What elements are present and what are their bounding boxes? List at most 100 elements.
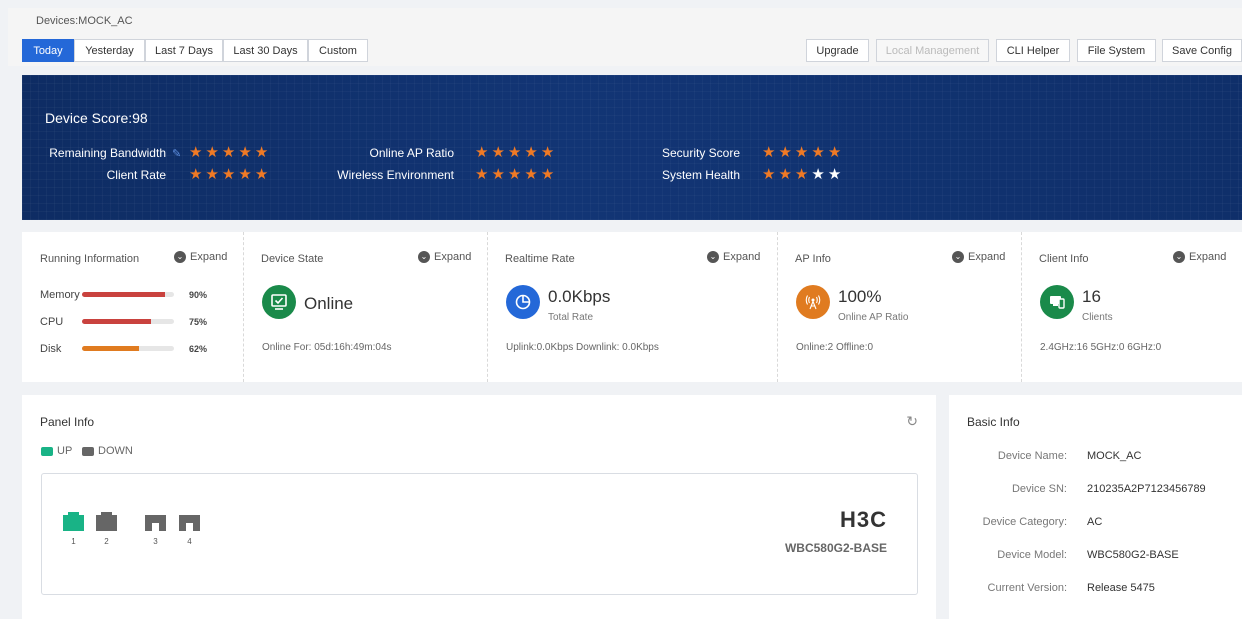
rating-label-wireless-environment: Wireless Environment	[337, 168, 454, 182]
basic-info-card: Basic Info Device Name: MOCK_AC Device S…	[949, 395, 1242, 619]
port-number: 4	[187, 537, 192, 546]
breadcrumb: Devices:MOCK_AC	[36, 15, 133, 27]
expand-label: Expand	[968, 251, 1006, 263]
h3c-logo: H3C	[839, 507, 887, 532]
port-4[interactable]	[179, 512, 200, 531]
device-category-label: Device Category:	[982, 516, 1067, 528]
tab-last-30-days[interactable]: Last 30 Days	[223, 39, 308, 62]
ap-info-card: AP Info ⌄ Expand 100% Online AP Ratio Onl…	[777, 232, 1021, 382]
client-info-title: Client Info	[1039, 253, 1089, 265]
client-info-expand[interactable]: ⌄ Expand	[1173, 251, 1226, 263]
total-rate-value: 0.0Kbps	[548, 287, 611, 306]
disk-label: Disk	[40, 343, 62, 355]
expand-label: Expand	[434, 251, 472, 263]
chevron-down-icon: ⌄	[418, 251, 430, 263]
tab-today[interactable]: Today	[22, 39, 74, 62]
expand-label: Expand	[1189, 251, 1227, 263]
device-sn-value: 210235A2P7123456789	[1087, 483, 1206, 495]
panel-info-card: Panel Info ↻ UP DOWN 1 2 3 4 H3C WBC580G…	[22, 395, 936, 619]
rating-label-system-health: System Health	[661, 168, 740, 182]
upgrade-button[interactable]: Upgrade	[806, 39, 869, 62]
disk-pct: 62%	[189, 344, 208, 354]
expand-label: Expand	[190, 251, 228, 263]
current-version-label: Current Version:	[987, 582, 1067, 594]
legend-down-swatch	[82, 446, 94, 456]
tab-yesterday[interactable]: Yesterday	[74, 39, 145, 62]
current-version-value: Release 5475	[1087, 582, 1155, 594]
legend-up-swatch	[41, 446, 53, 456]
device-category-value: AC	[1087, 516, 1103, 528]
chevron-down-icon: ⌄	[952, 251, 964, 263]
legend-up-label: UP	[57, 445, 73, 457]
device-state-expand[interactable]: ⌄ Expand	[418, 251, 471, 263]
realtime-rate-expand[interactable]: ⌄ Expand	[707, 251, 760, 263]
running-info-expand[interactable]: ⌄ Expand	[174, 251, 227, 263]
port-number: 3	[153, 537, 158, 546]
cli-helper-button[interactable]: CLI Helper	[996, 39, 1070, 62]
rating-label-remaining-bandwidth: Remaining Bandwidth	[49, 146, 166, 160]
port-1[interactable]	[63, 512, 84, 531]
cpu-pct: 75%	[189, 317, 208, 327]
device-model-label: WBC580G2-BASE	[784, 541, 887, 555]
device-state-status: Online	[304, 294, 354, 313]
antenna-icon	[796, 285, 830, 319]
memory-label: Memory	[40, 289, 80, 301]
uplink-downlink: Uplink:0.0Kbps Downlink: 0.0Kbps	[506, 342, 659, 353]
device-name-value: MOCK_AC	[1087, 450, 1142, 462]
tab-custom[interactable]: Custom	[308, 39, 368, 62]
expand-label: Expand	[723, 251, 761, 263]
rating-label-security-score: Security Score	[661, 146, 740, 160]
stars-security-score: ★★★★★	[762, 144, 845, 161]
local-management-button[interactable]: Local Management	[876, 39, 989, 62]
memory-pct: 90%	[189, 290, 208, 300]
device-sn-label: Device SN:	[1011, 483, 1067, 495]
client-info-card: Client Info ⌄ Expand 16 Clients 2.4GHz:16…	[1021, 232, 1242, 382]
client-count: 16	[1082, 287, 1101, 306]
device-score-banner: Device Score:98 Remaining Bandwidth ✎ ★★…	[22, 75, 1242, 220]
rating-label-online-ap-ratio: Online AP Ratio	[369, 146, 455, 160]
device-online-duration: Online For: 05d:16h:49m:04s	[262, 342, 392, 353]
device-state-title: Device State	[261, 253, 324, 265]
rating-label-client-rate: Client Rate	[106, 168, 166, 182]
online-ap-ratio-value: 100%	[838, 287, 882, 306]
ap-info-expand[interactable]: ⌄ Expand	[952, 251, 1005, 263]
cpu-label: CPU	[40, 316, 64, 328]
port-number: 2	[104, 537, 109, 546]
cpu-bar	[82, 319, 174, 324]
device-state-card: Device State ⌄ Expand Online Online For: …	[243, 232, 487, 382]
port-number: 1	[71, 537, 76, 546]
basic-info-title: Basic Info	[967, 415, 1020, 429]
panel-info-title: Panel Info	[40, 415, 95, 429]
stars-system-health: ★★★★★	[762, 166, 845, 183]
device-model-value: WBC580G2-BASE	[1087, 549, 1179, 561]
pie-chart-icon	[506, 285, 540, 319]
running-info-card: Running Information ⌄ Expand Memory 90% C…	[22, 232, 243, 382]
edit-icon[interactable]: ✎	[172, 147, 181, 160]
port-3[interactable]	[145, 512, 166, 531]
device-panel: 1 2 3 4 H3C WBC580G2-BASE	[41, 473, 918, 595]
tab-last-7-days[interactable]: Last 7 Days	[145, 39, 223, 62]
realtime-rate-card: Realtime Rate ⌄ Expand 0.0Kbps Total Rate…	[487, 232, 777, 382]
client-count-label: Clients	[1082, 312, 1113, 323]
port-2[interactable]	[96, 512, 117, 531]
refresh-icon[interactable]: ↻	[906, 413, 918, 430]
client-band-split: 2.4GHz:16 5GHz:0 6GHz:0	[1040, 342, 1162, 353]
chevron-down-icon: ⌄	[707, 251, 719, 263]
chevron-down-icon: ⌄	[174, 251, 186, 263]
file-system-button[interactable]: File System	[1077, 39, 1156, 62]
device-score: Device Score:98	[45, 110, 148, 126]
summary-cards: Running Information ⌄ Expand Memory 90% C…	[22, 232, 1242, 382]
legend-down: DOWN	[82, 445, 133, 457]
online-ap-ratio-label: Online AP Ratio	[838, 312, 909, 323]
memory-bar	[82, 292, 174, 297]
ap-online-offline: Online:2 Offline:0	[796, 342, 874, 353]
save-config-button[interactable]: Save Config	[1162, 39, 1242, 62]
realtime-rate-title: Realtime Rate	[505, 253, 575, 265]
monitor-check-icon	[262, 285, 296, 319]
ap-info-title: AP Info	[795, 253, 831, 265]
running-info-title: Running Information	[40, 253, 140, 265]
devices-icon	[1040, 285, 1074, 319]
chevron-down-icon: ⌄	[1173, 251, 1185, 263]
total-rate-label: Total Rate	[548, 312, 594, 323]
device-name-label: Device Name:	[997, 450, 1067, 462]
